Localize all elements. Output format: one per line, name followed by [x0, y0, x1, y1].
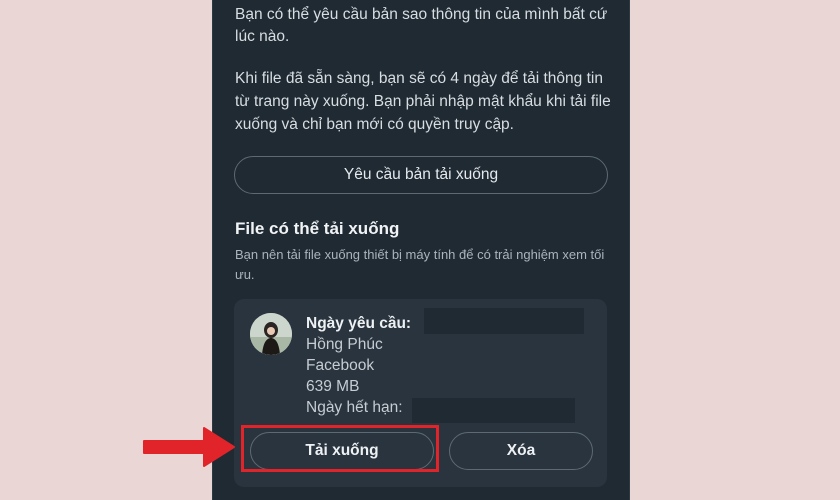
delete-button[interactable]: Xóa	[449, 432, 593, 470]
request-download-button[interactable]: Yêu cầu bản tải xuống	[234, 156, 608, 194]
requested-date-label: Ngày yêu cầu:	[306, 315, 412, 332]
file-owner-name: Hồng Phúc	[306, 336, 383, 353]
expiry-date-label: Ngày hết hạn:	[306, 399, 403, 416]
download-highlight-box	[241, 425, 439, 472]
intro-paragraph-1: Bạn có thể yêu cầu bản sao thông tin của…	[235, 6, 608, 45]
file-platform: Facebook	[306, 357, 375, 374]
file-size: 639 MB	[306, 378, 360, 395]
redacted-expiry-date	[412, 398, 575, 423]
file-info: Ngày yêu cầu: Hồng Phúc Facebook 639 MB …	[306, 313, 411, 418]
section-description: Bạn nên tải file xuống thiết bị máy tính…	[235, 247, 605, 282]
redacted-request-date	[424, 308, 584, 334]
pointing-arrow-icon	[143, 427, 235, 467]
section-title: File có thể tải xuống	[235, 219, 400, 238]
intro-paragraph-2: Khi file đã sẵn sàng, bạn sẽ có 4 ngày đ…	[235, 70, 611, 133]
avatar-photo-icon	[250, 313, 292, 355]
avatar	[250, 313, 292, 355]
